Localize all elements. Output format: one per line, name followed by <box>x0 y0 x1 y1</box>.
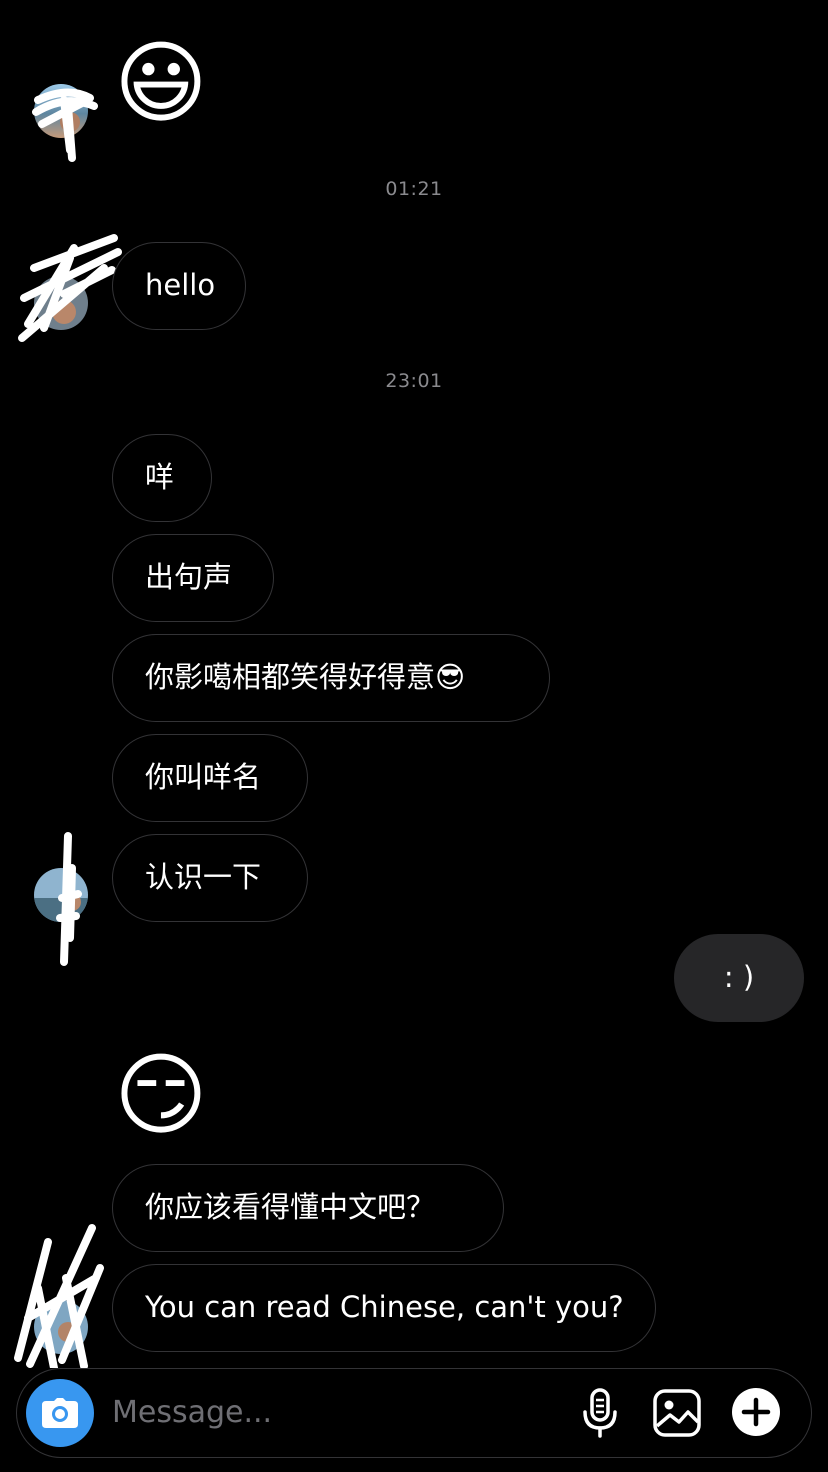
big-emoji: 😏 <box>114 1043 208 1148</box>
camera-icon <box>42 1398 78 1428</box>
avatar[interactable] <box>34 276 88 330</box>
add-button[interactable] <box>730 1386 782 1438</box>
message-bubble[interactable]: 出句声 <box>112 534 274 622</box>
gallery-button[interactable] <box>650 1386 704 1440</box>
avatar[interactable] <box>34 868 88 922</box>
avatar[interactable] <box>34 1300 88 1354</box>
big-emoji: 😃 <box>114 31 208 136</box>
message-bubble[interactable]: 你应该看得懂中文吧？ <box>112 1164 504 1252</box>
plus-icon <box>732 1388 780 1436</box>
microphone-icon <box>583 1388 617 1438</box>
camera-button[interactable] <box>26 1379 94 1447</box>
message-bubble[interactable]: You can read Chinese, can't you? <box>112 1264 656 1352</box>
avatar[interactable] <box>34 84 88 138</box>
gallery-icon <box>653 1389 701 1437</box>
timestamp: 01:21 <box>385 178 443 200</box>
message-bubble[interactable]: 你叫咩名 <box>112 734 308 822</box>
timestamp: 23:01 <box>385 370 443 392</box>
message-input[interactable] <box>112 1388 552 1436</box>
message-bubble[interactable]: 咩 <box>112 434 212 522</box>
sent-message-bubble[interactable]: : ) <box>674 934 804 1022</box>
message-bubble[interactable]: 你影噶相都笑得好得意😎 <box>112 634 550 722</box>
message-bubble[interactable]: hello <box>112 242 246 330</box>
microphone-button[interactable] <box>578 1386 622 1440</box>
message-bubble[interactable]: 认识一下 <box>112 834 308 922</box>
